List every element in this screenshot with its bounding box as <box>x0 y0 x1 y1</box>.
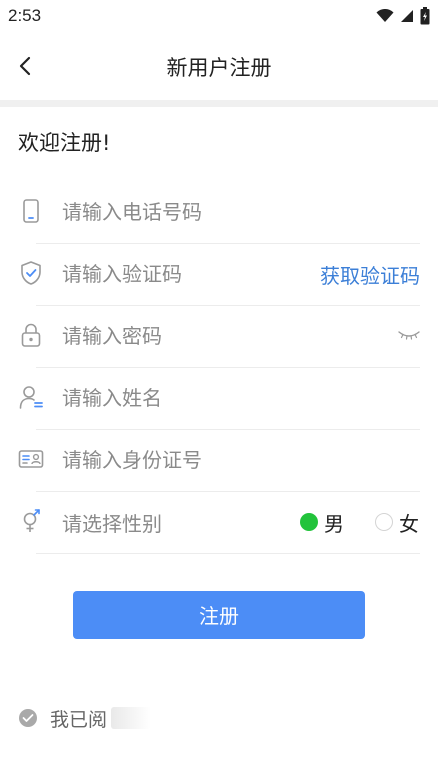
id-card-icon <box>18 450 44 468</box>
shield-check-icon <box>21 261 41 285</box>
phone-icon <box>23 199 39 223</box>
register-button[interactable]: 注册 <box>73 591 365 639</box>
wifi-icon <box>376 9 394 22</box>
gender-label: 请选择性别 <box>62 512 162 536</box>
gender-option-female[interactable]: 女 <box>375 506 419 538</box>
status-icons <box>376 6 430 26</box>
battery-icon <box>420 7 430 25</box>
app-header: 新用户注册 <box>0 32 438 100</box>
id-number-input[interactable] <box>62 446 302 474</box>
password-input[interactable] <box>62 322 302 350</box>
header-divider <box>0 100 438 107</box>
agreement-text: 我已阅 <box>50 708 108 731</box>
check-circle-icon[interactable] <box>18 708 38 728</box>
agreement-row: 我已阅 <box>18 704 152 732</box>
signal-icon <box>401 10 413 22</box>
gender-icon <box>23 509 40 532</box>
page-title: 新用户注册 <box>166 56 272 80</box>
phone-row <box>0 182 438 244</box>
id-number-row <box>0 430 438 492</box>
code-row: 获取验证码 <box>0 244 438 306</box>
status-bar: 2:53 <box>0 0 438 32</box>
lock-icon <box>21 323 41 347</box>
code-input[interactable] <box>62 260 282 288</box>
field-divider <box>36 553 420 554</box>
gender-option-male[interactable]: 男 <box>300 506 344 538</box>
gender-option-label: 女 <box>399 511 419 536</box>
welcome-heading: 欢迎注册! <box>18 131 111 155</box>
agreement-link-obscured <box>111 707 152 729</box>
phone-input[interactable] <box>62 198 302 226</box>
gender-row: 请选择性别 男 女 <box>0 492 438 554</box>
name-row <box>0 368 438 430</box>
user-icon <box>19 386 43 409</box>
name-input[interactable] <box>62 384 302 412</box>
radio-unselected[interactable] <box>375 513 393 531</box>
gender-option-label: 男 <box>324 511 344 536</box>
eye-closed-icon[interactable] <box>398 328 420 342</box>
get-code-button[interactable]: 获取验证码 <box>320 260 420 289</box>
status-time: 2:53 <box>8 6 42 25</box>
password-row <box>0 306 438 368</box>
radio-selected[interactable] <box>300 513 318 531</box>
